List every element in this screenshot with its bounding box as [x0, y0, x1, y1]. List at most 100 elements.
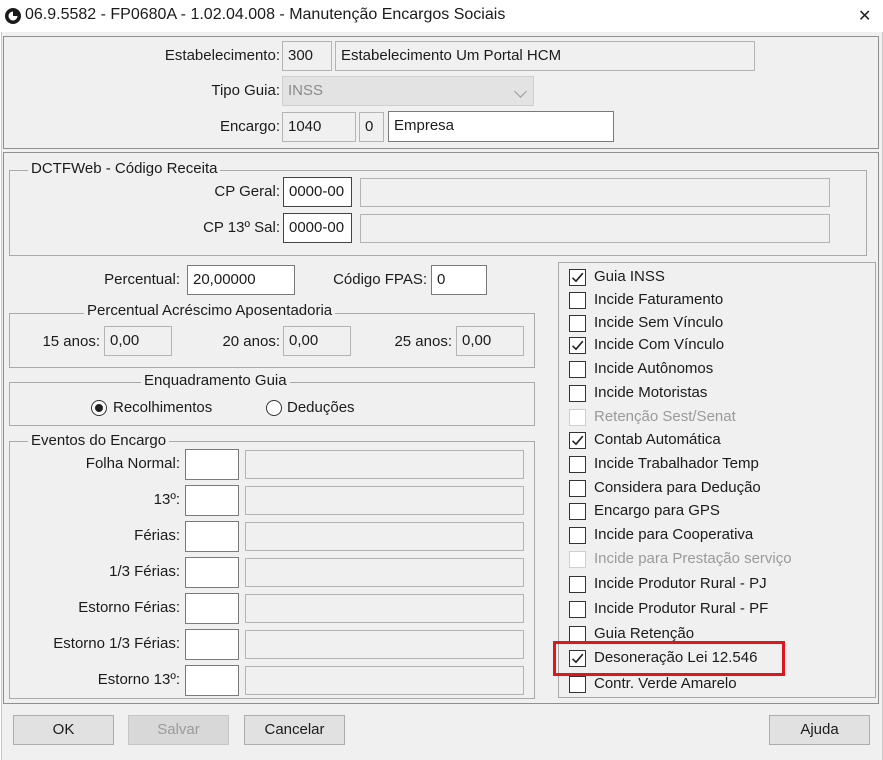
encargo-seq-field[interactable]: 0: [359, 112, 384, 142]
flag-checkbox[interactable]: [569, 503, 586, 520]
flag-label: Retenção Sest/Senat: [594, 408, 736, 425]
flag-checkbox[interactable]: [569, 361, 586, 378]
evento-code-field[interactable]: [185, 449, 239, 480]
eventos-group-title: Eventos do Encargo: [28, 432, 170, 449]
checkmark-icon: [571, 340, 584, 351]
ok-button[interactable]: OK: [13, 715, 114, 745]
cp-13-label: CP 13º Sal:: [203, 219, 280, 236]
evento-label: 1/3 Férias:: [109, 563, 180, 580]
close-icon[interactable]: ✕: [858, 6, 871, 26]
evento-desc-field: [245, 594, 524, 623]
flag-label: Incide Faturamento: [594, 291, 724, 308]
evento-desc-field: [245, 558, 524, 587]
evento-desc-field: [245, 630, 524, 659]
window-title: 06.9.5582 - FP0680A - 1.02.04.008 - Manu…: [25, 6, 506, 23]
recolhimentos-label[interactable]: Recolhimentos: [113, 399, 212, 416]
evento-desc-field: [245, 450, 524, 479]
flag-checkbox[interactable]: [569, 432, 586, 449]
encargo-code-field[interactable]: 1040: [282, 112, 356, 142]
acrescimo-group-title: Percentual Acréscimo Aposentadoria: [84, 302, 336, 319]
enquadramento-group-title: Enquadramento Guia: [141, 372, 290, 389]
flag-checkbox[interactable]: [569, 315, 586, 332]
flag-checkbox[interactable]: [569, 456, 586, 473]
recolhimentos-radio[interactable]: [91, 400, 107, 416]
flag-label: Guia Retenção: [594, 625, 695, 642]
evento-label: Estorno Férias:: [78, 599, 180, 616]
radio-dot: [95, 404, 103, 412]
title-bar: 06.9.5582 - FP0680A - 1.02.04.008 - Manu…: [0, 0, 883, 32]
flag-label: Incide para Cooperativa: [594, 526, 754, 543]
evento-label: Estorno 1/3 Férias:: [53, 635, 180, 652]
encargo-label: Encargo:: [219, 118, 280, 135]
anos15-field[interactable]: 0,00: [104, 326, 172, 356]
evento-desc-field: [245, 486, 524, 515]
cp-geral-desc-field: [360, 178, 830, 207]
salvar-button[interactable]: Salvar: [128, 715, 229, 745]
flag-label: Considera para Dedução: [594, 479, 761, 496]
cp-13-field[interactable]: 0000-00: [283, 213, 352, 243]
app-logo-icon: [5, 8, 21, 24]
flag-label: Incide para Prestação serviço: [594, 550, 792, 567]
flag-label: Incide Trabalhador Temp: [594, 455, 759, 472]
tipo-guia-value: INSS: [288, 82, 324, 99]
flag-label: Encargo para GPS: [594, 502, 720, 519]
highlight-box: [553, 641, 785, 676]
flag-label: Incide Produtor Rural - PF: [594, 600, 769, 617]
estabelecimento-code-field[interactable]: 300: [282, 41, 332, 71]
flag-label: Incide Sem Vínculo: [594, 314, 724, 331]
flag-label: Guia INSS: [594, 268, 665, 285]
flag-label: Contr. Verde Amarelo: [594, 675, 737, 692]
codigo-fpas-field[interactable]: 0: [431, 265, 487, 295]
cp-13-desc-field: [360, 214, 830, 243]
flag-checkbox[interactable]: [569, 576, 586, 593]
evento-desc-field: [245, 666, 524, 695]
flag-checkbox[interactable]: [569, 269, 586, 286]
evento-desc-field: [245, 522, 524, 551]
evento-code-field[interactable]: [185, 485, 239, 516]
ajuda-button[interactable]: Ajuda: [769, 715, 870, 745]
anos25-label: 25 anos:: [394, 333, 452, 350]
estabelecimento-name-field[interactable]: Estabelecimento Um Portal HCM: [335, 41, 755, 71]
cp-geral-label: CP Geral:: [214, 183, 280, 200]
cancelar-button[interactable]: Cancelar: [244, 715, 345, 745]
estabelecimento-label: Estabelecimento:: [164, 47, 280, 64]
flag-checkbox[interactable]: [569, 385, 586, 402]
codigo-fpas-label: Código FPAS:: [333, 271, 427, 288]
flag-checkbox[interactable]: [569, 480, 586, 497]
evento-code-field[interactable]: [185, 665, 239, 696]
tipo-guia-select[interactable]: INSS: [282, 76, 534, 106]
anos25-field[interactable]: 0,00: [456, 326, 524, 356]
flag-label: Incide Com Vínculo: [594, 336, 725, 353]
evento-code-field[interactable]: [185, 557, 239, 588]
evento-label: Estorno 13º:: [97, 671, 180, 688]
flag-checkbox[interactable]: [569, 337, 586, 354]
tipo-guia-label: Tipo Guia:: [211, 82, 280, 99]
evento-label: 13º:: [153, 491, 180, 508]
flag-checkbox[interactable]: [569, 292, 586, 309]
flag-label: Incide Motoristas: [594, 384, 708, 401]
evento-code-field[interactable]: [185, 629, 239, 660]
cp-geral-field[interactable]: 0000-00: [283, 177, 352, 207]
encargo-name-field[interactable]: Empresa: [388, 111, 614, 142]
evento-code-field[interactable]: [185, 521, 239, 552]
flag-checkbox[interactable]: [569, 676, 586, 693]
flag-label: Incide Autônomos: [594, 360, 714, 377]
checkmark-icon: [571, 272, 584, 283]
flag-checkbox: [569, 409, 586, 426]
percentual-field[interactable]: 20,00000: [187, 265, 295, 295]
evento-label: Folha Normal:: [85, 455, 180, 472]
anos15-label: 15 anos:: [42, 333, 100, 350]
flag-checkbox[interactable]: [569, 527, 586, 544]
chevron-down-icon: [514, 85, 527, 98]
dctfweb-group-title: DCTFWeb - Código Receita: [28, 160, 221, 177]
flag-checkbox[interactable]: [569, 601, 586, 618]
percentual-label: Percentual:: [104, 271, 180, 288]
anos20-field[interactable]: 0,00: [283, 326, 351, 356]
deducoes-label[interactable]: Deduções: [287, 399, 355, 416]
evento-code-field[interactable]: [185, 593, 239, 624]
flag-checkbox: [569, 551, 586, 568]
deducoes-radio[interactable]: [266, 400, 282, 416]
flag-label: Contab Automática: [594, 431, 721, 448]
checkmark-icon: [571, 435, 584, 446]
evento-label: Férias:: [134, 527, 180, 544]
